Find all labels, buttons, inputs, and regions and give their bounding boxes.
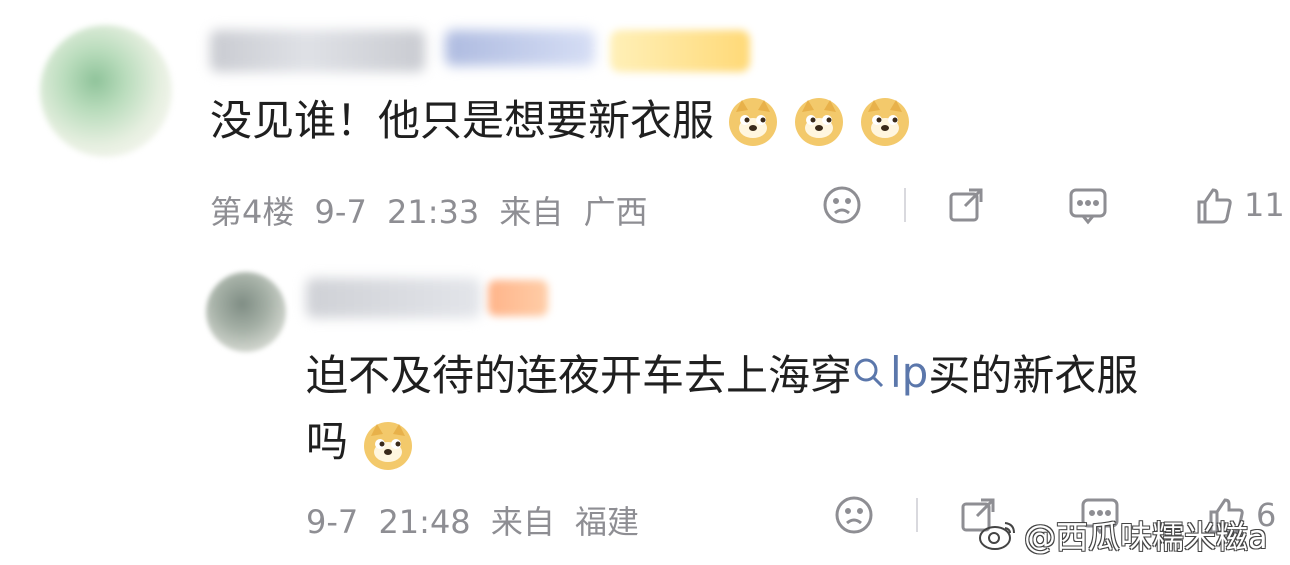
- doge-emoji-icon: [726, 94, 780, 148]
- dislike-face-icon[interactable]: [832, 493, 876, 537]
- vip-badge-blurred: [610, 30, 750, 72]
- comment-text: 没见谁！他只是想要新衣服: [210, 94, 912, 148]
- reply-badge-blurred: [488, 280, 548, 316]
- username-blurred[interactable]: [210, 30, 425, 72]
- thumb-up-icon[interactable]: [1192, 183, 1236, 227]
- from-label: 来自: [499, 193, 564, 231]
- location: 福建: [575, 503, 640, 541]
- comment-meta: 第4楼 9-7 21:33 来自 广西: [210, 187, 658, 233]
- dislike-face-icon[interactable]: [820, 183, 864, 227]
- comment-icon[interactable]: [1066, 183, 1110, 227]
- reply-text-line-2: 吗: [306, 417, 349, 466]
- reply-text: 迫不及待的连夜开车去上海穿 lp 买的新衣服 吗: [306, 340, 1246, 475]
- reply-username-blurred[interactable]: [306, 278, 481, 318]
- time: 21:33: [386, 193, 480, 231]
- reply-text-part-2: 买的新衣服: [928, 351, 1139, 400]
- time: 21:48: [378, 503, 471, 541]
- reply-text-part-1: 迫不及待的连夜开车去上海穿: [306, 351, 853, 400]
- divider: [904, 188, 906, 222]
- divider: [916, 498, 918, 532]
- search-link-icon: [854, 358, 884, 388]
- weibo-logo: [979, 522, 1015, 550]
- reply-meta: 9-7 21:48 来自 福建: [306, 497, 649, 543]
- search-link[interactable]: lp: [852, 340, 928, 406]
- share-icon[interactable]: [944, 183, 988, 227]
- avatar[interactable]: [40, 25, 172, 157]
- watermark: @西瓜味糯米糍a: [978, 512, 1268, 558]
- from-label: 来自: [490, 503, 555, 541]
- doge-emoji-icon: [361, 418, 415, 472]
- date: 9-7: [314, 193, 367, 231]
- reply-avatar[interactable]: [206, 272, 286, 352]
- watermark-text: @西瓜味糯米糍a: [1024, 518, 1268, 556]
- comment-actions: 11: [820, 183, 1285, 227]
- doge-emoji-icon: [858, 94, 912, 148]
- date: 9-7: [306, 503, 359, 541]
- location: 广西: [583, 193, 648, 231]
- link-text: lp: [890, 348, 929, 397]
- comment-item-1: 没见谁！他只是想要新衣服 第4楼 9-7 21:33 来自 广西 11: [0, 0, 1290, 250]
- doge-emoji-icon: [792, 94, 846, 148]
- floor-label: 第4楼: [210, 193, 295, 231]
- user-badge-blurred: [445, 30, 595, 66]
- comment-body: 没见谁！他只是想要新衣服: [210, 96, 715, 145]
- like-count: 11: [1244, 186, 1285, 224]
